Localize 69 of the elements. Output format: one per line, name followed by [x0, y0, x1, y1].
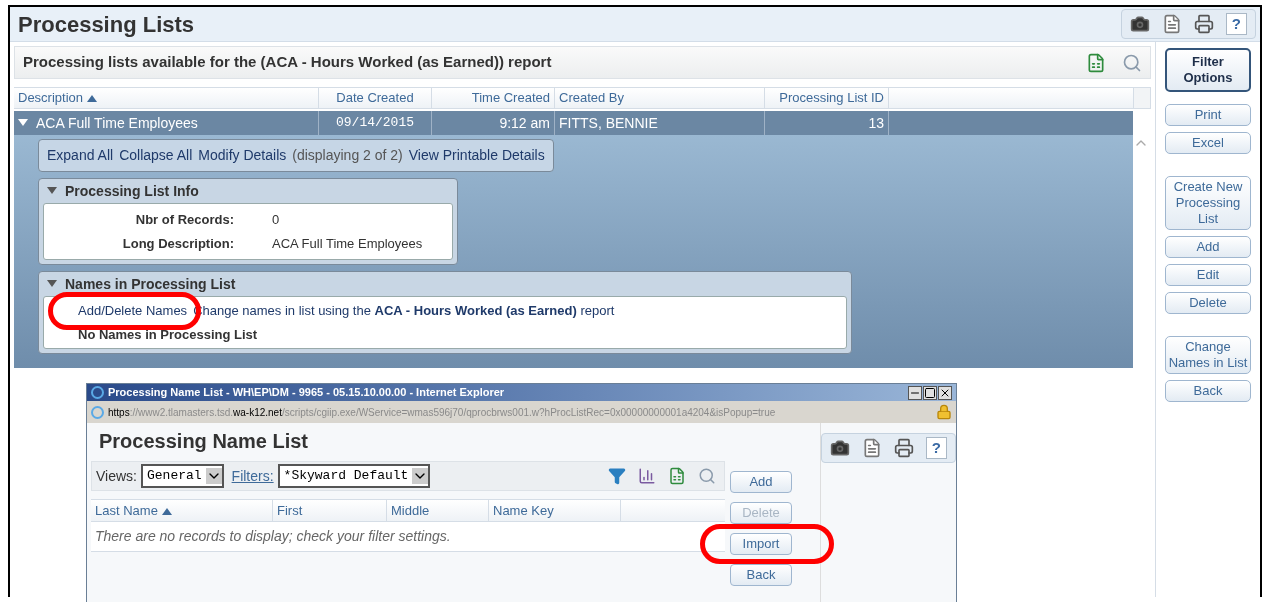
filters-dropdown[interactable]: *Skyward Default — [277, 464, 431, 488]
camera-icon[interactable] — [829, 438, 850, 458]
column-header[interactable]: Name Key — [489, 500, 621, 521]
table-cell-text: 9:12 am — [499, 113, 550, 133]
empty-names-message: No Names in Processing List — [78, 325, 259, 344]
action-button[interactable]: Import — [730, 533, 792, 555]
print-icon[interactable] — [893, 438, 914, 458]
page-title: Processing Lists — [18, 10, 195, 39]
column-header[interactable]: Last Name — [91, 500, 273, 521]
help-button[interactable]: ? — [1225, 13, 1247, 35]
action-button[interactable]: Delete — [1165, 292, 1251, 314]
action-button[interactable]: Add — [730, 471, 792, 493]
field-value: ACA Full Time Employees — [272, 234, 424, 253]
popup-window-title: Processing Name List - WH\EP\DM - 9965 - 05.15.10.00.00 - Internet Explorer — [108, 385, 505, 401]
camera-icon[interactable] — [1129, 14, 1150, 34]
excel-icon[interactable] — [668, 467, 686, 485]
column-header[interactable]: Date Created — [319, 88, 432, 108]
field-label: Long Description: — [121, 234, 234, 253]
detail-link[interactable]: Expand All — [47, 145, 114, 166]
action-button[interactable]: Back — [730, 564, 792, 586]
table-cell-text: 09/14/2015 — [336, 114, 414, 133]
detail-link[interactable]: View Printable Details — [408, 145, 545, 166]
sort-ascending-icon[interactable] — [87, 94, 98, 102]
report-subtitle: Processing lists available for the (ACA - Hours Worked (as Earned)) report — [23, 52, 552, 73]
field-value: 0 — [272, 211, 281, 229]
action-button[interactable]: Edit — [1165, 264, 1251, 286]
disclosure-triangle-icon[interactable] — [47, 280, 57, 288]
action-button[interactable]: Back — [1165, 380, 1251, 402]
detail-link[interactable]: Modify Details — [198, 145, 287, 166]
action-button[interactable]: Print — [1165, 104, 1251, 126]
column-header[interactable]: Processing List ID — [765, 88, 889, 108]
section-title: Processing List Info — [65, 181, 199, 201]
detail-link[interactable]: Collapse All — [119, 145, 193, 166]
close-button[interactable] — [938, 385, 952, 400]
filter-options-button[interactable]: Filter Options — [1165, 48, 1251, 92]
detail-count: (displaying 2 of 2) — [292, 146, 403, 165]
empty-records-message: There are no records to display; check your filter settings. — [95, 527, 451, 546]
filter-icon[interactable] — [608, 467, 626, 485]
table-row[interactable]: ACA Full Time Employees 09/14/2015 9:12 am FITTS, BENNIE 13 — [14, 111, 1133, 135]
views-dropdown[interactable]: General — [141, 464, 224, 488]
minimize-button[interactable] — [908, 385, 922, 400]
maximize-button[interactable] — [923, 385, 937, 400]
print-preview-icon[interactable] — [1122, 52, 1142, 73]
action-button[interactable]: Create New Processing List — [1165, 176, 1251, 230]
chart-icon[interactable] — [638, 467, 656, 485]
column-header[interactable]: Created By — [555, 88, 765, 108]
disclosure-triangle-icon[interactable] — [18, 119, 28, 127]
filters-link[interactable]: Filters: — [231, 465, 274, 487]
views-label: Views: — [96, 466, 137, 486]
table-cell-text: 13 — [868, 113, 884, 133]
column-header[interactable]: Middle — [387, 500, 489, 521]
column-header[interactable]: First — [273, 500, 387, 521]
help-button[interactable]: ? — [925, 437, 947, 459]
popup-heading: Processing Name List — [99, 429, 308, 454]
action-button[interactable]: Add — [1165, 236, 1251, 258]
excel-icon[interactable] — [1086, 52, 1106, 73]
table-cell-text: ACA Full Time Employees — [36, 113, 198, 133]
field-label: Nbr of Records: — [134, 211, 234, 229]
column-header[interactable]: Time Created — [432, 88, 555, 108]
column-header[interactable]: Description — [14, 88, 319, 108]
action-button[interactable]: Change Names in List — [1165, 336, 1251, 374]
add-delete-names-link[interactable]: Add/Delete Names — [78, 301, 188, 321]
lock-icon — [936, 404, 952, 420]
print-icon[interactable] — [1193, 14, 1214, 34]
sort-ascending-icon[interactable] — [161, 506, 172, 515]
table-cell-text: FITTS, BENNIE — [559, 113, 658, 133]
disclosure-triangle-icon[interactable] — [47, 187, 57, 195]
action-button[interactable]: Excel — [1165, 132, 1251, 154]
section-title: Names in Processing List — [65, 274, 236, 294]
